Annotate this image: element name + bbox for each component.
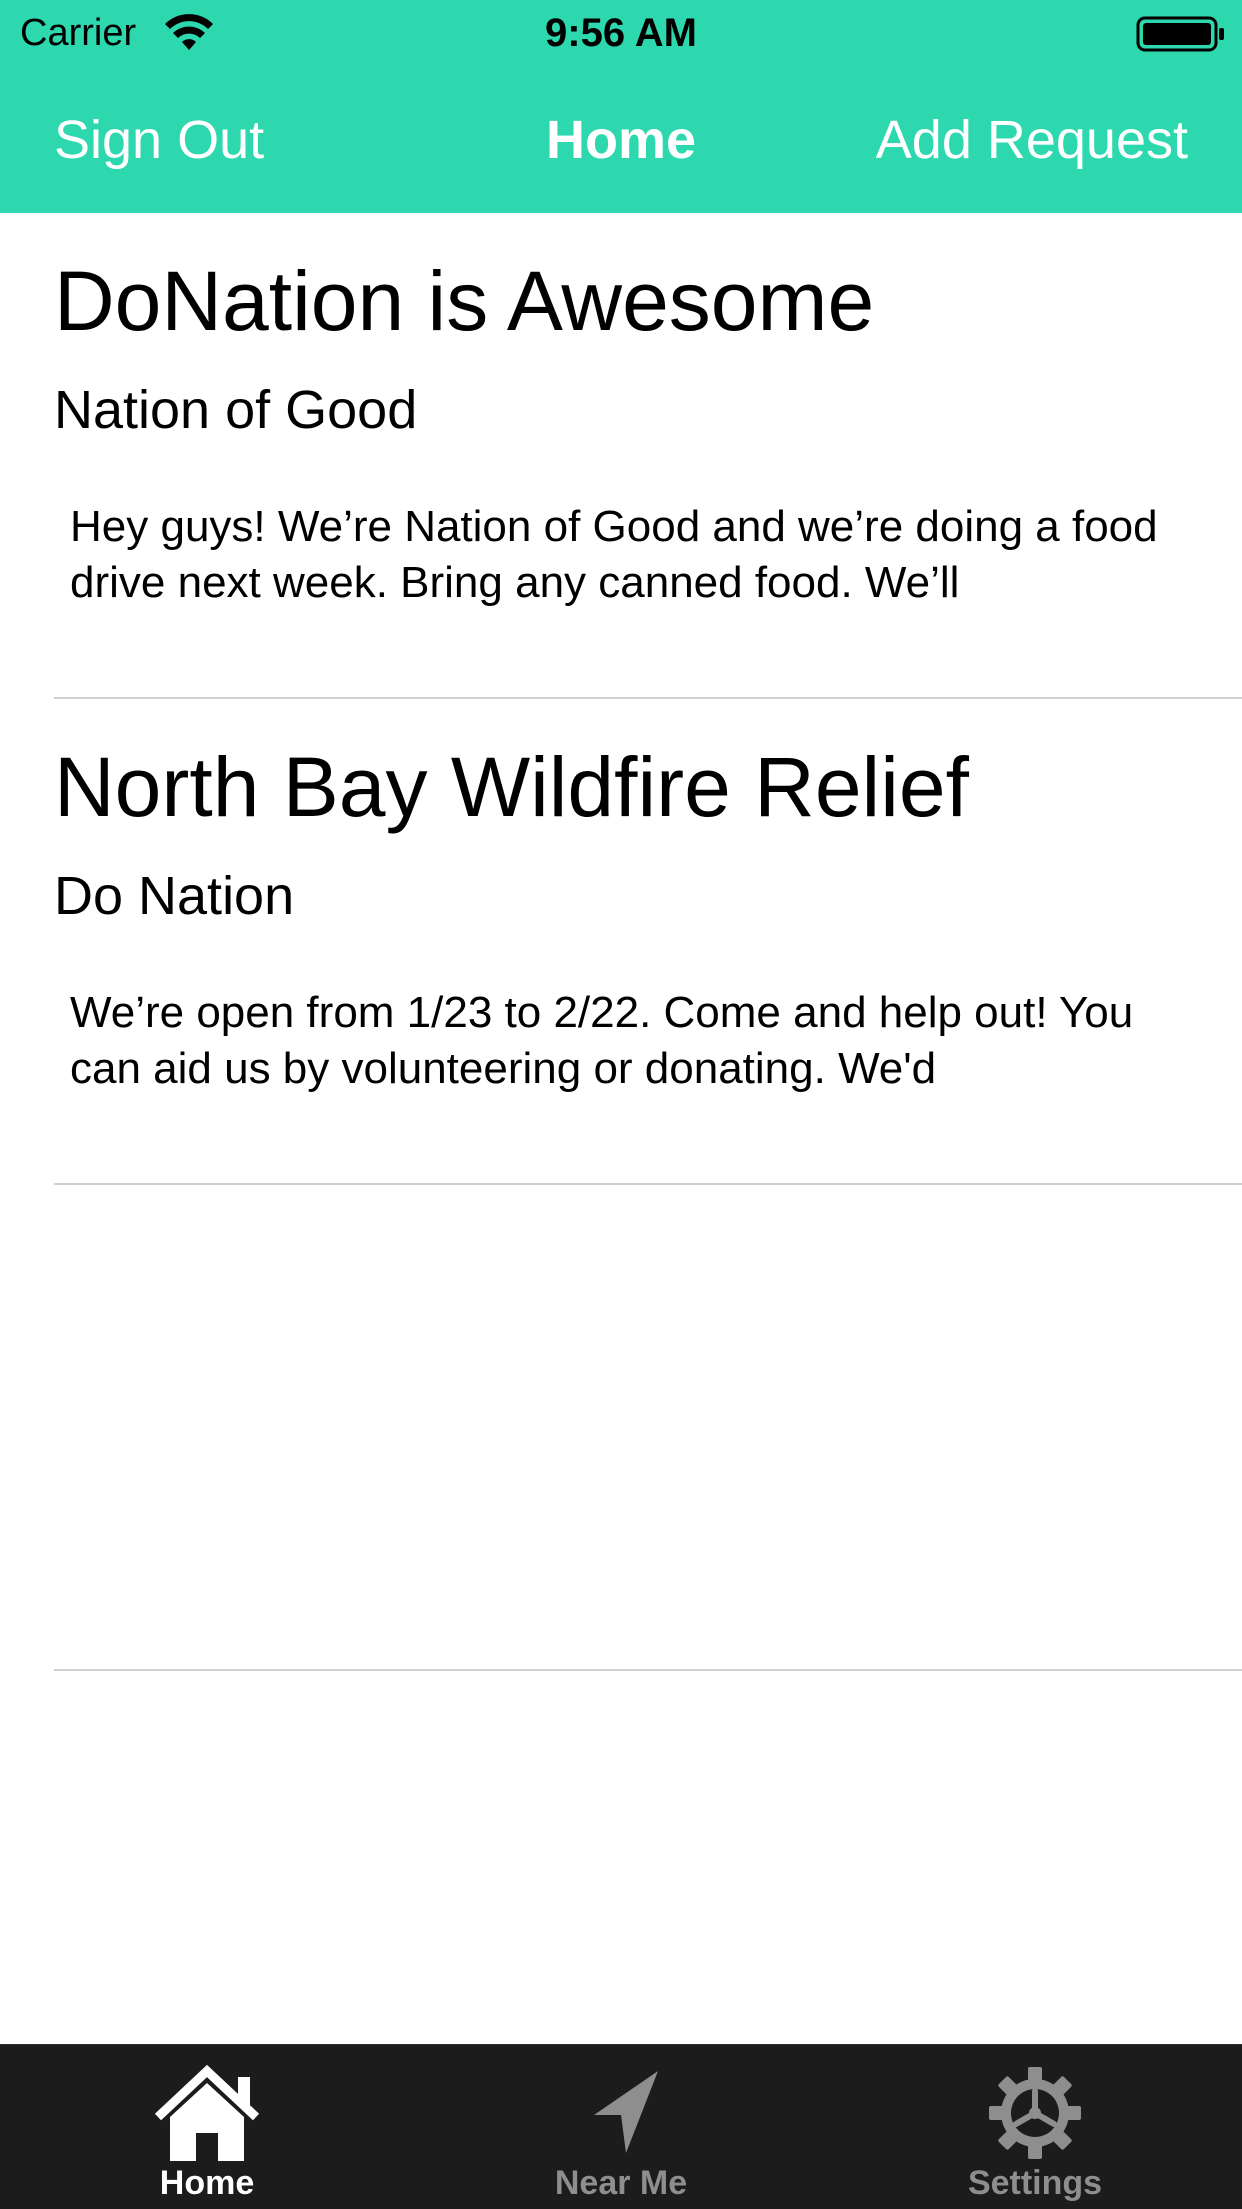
status-bar: Carrier 9:56 AM <box>0 0 1242 66</box>
status-time: 9:56 AM <box>545 11 697 55</box>
request-organization: Nation of Good <box>54 380 418 440</box>
tab-bar: Home Near Me Settings <box>0 2044 1242 2209</box>
request-list: DoNation is Awesome Nation of Good Hey g… <box>0 213 1242 1671</box>
add-request-button[interactable]: Add Request <box>876 108 1188 172</box>
request-cell-empty[interactable] <box>0 1185 1242 1671</box>
gear-icon <box>989 2067 1081 2159</box>
tab-home[interactable]: Home <box>0 2045 414 2209</box>
tab-near-me[interactable]: Near Me <box>414 2045 828 2209</box>
request-description <box>70 1471 1190 1583</box>
house-icon <box>154 2064 260 2161</box>
request-cell[interactable]: DoNation is Awesome Nation of Good Hey g… <box>0 213 1242 699</box>
request-title: North Bay Wildfire Relief <box>54 740 969 834</box>
tab-near-me-label: Near Me <box>554 2164 688 2202</box>
tab-settings-label: Settings <box>967 2164 1103 2202</box>
header: Carrier 9:56 AM Sign Out Home Add Reques… <box>0 0 1242 213</box>
cell-separator <box>54 1669 1242 1671</box>
request-description: We’re open from 1/23 to 2/22. Come and h… <box>70 988 1134 1093</box>
location-arrow-icon <box>594 2071 658 2153</box>
request-description: Hey guys! We’re Nation of Good and we’re… <box>70 502 1158 607</box>
battery-icon <box>1136 16 1224 52</box>
tab-home-label: Home <box>159 2164 255 2202</box>
request-cell[interactable]: North Bay Wildfire Relief Do Nation We’r… <box>0 699 1242 1185</box>
navigation-bar: Sign Out Home Add Request <box>0 66 1242 213</box>
request-organization: Do Nation <box>54 866 295 926</box>
sign-out-button[interactable]: Sign Out <box>54 108 264 172</box>
tab-settings[interactable]: Settings <box>828 2045 1242 2209</box>
request-title: DoNation is Awesome <box>54 254 875 348</box>
